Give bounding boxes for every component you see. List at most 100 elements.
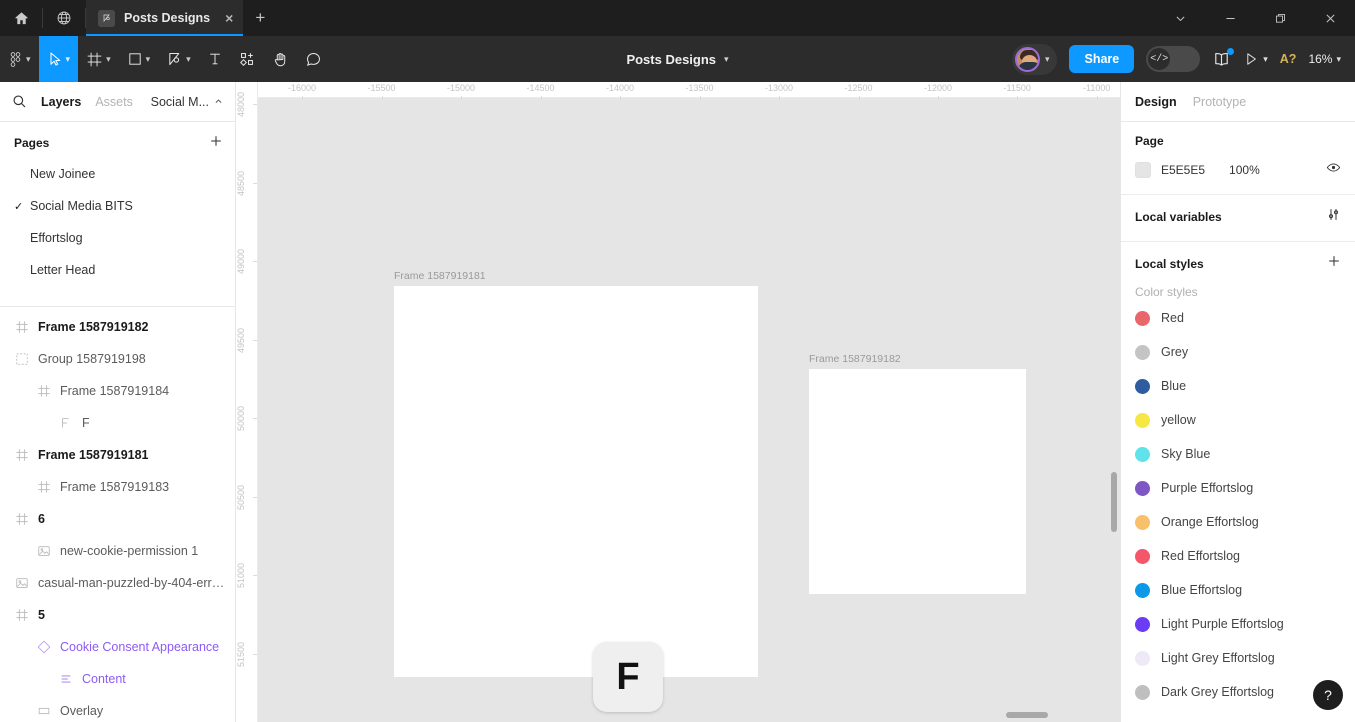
chevron-down-icon[interactable]: ▾ <box>724 54 729 65</box>
color-swatch[interactable] <box>1135 548 1150 564</box>
color-swatch[interactable] <box>1135 582 1150 598</box>
color-swatch[interactable] <box>1135 378 1150 394</box>
user-avatar-chip[interactable]: ▾ <box>1011 43 1058 75</box>
color-style-row[interactable]: yellow <box>1121 403 1355 437</box>
frame-label-1587919181[interactable]: Frame 1587919181 <box>394 270 486 282</box>
tab-assets[interactable]: Assets <box>95 95 133 109</box>
zoom-control[interactable]: 16% ▾ <box>1308 52 1341 66</box>
layer-name: F <box>82 416 90 430</box>
dev-mode-toggle[interactable]: </> <box>1146 46 1201 72</box>
color-style-row[interactable]: Red <box>1121 301 1355 335</box>
page-item-social-media-bits[interactable]: ✓ Social Media BITS <box>0 190 235 222</box>
color-swatch[interactable] <box>1135 650 1150 666</box>
share-button[interactable]: Share <box>1069 45 1135 73</box>
color-swatch[interactable] <box>1135 412 1150 428</box>
window-minimize-icon[interactable] <box>1205 0 1255 36</box>
text-tool[interactable] <box>199 36 231 82</box>
pen-tool[interactable]: ▾ <box>158 36 199 82</box>
frame-1587919182[interactable] <box>809 369 1026 594</box>
library-button[interactable] <box>1212 47 1235 69</box>
chevron-down-icon[interactable]: ▾ <box>1336 54 1341 65</box>
page-color-opacity[interactable]: 100% <box>1229 163 1260 177</box>
logo-card-f[interactable]: F <box>593 642 663 712</box>
canvas-viewport[interactable]: -16000 -15500 -15000 -14500 -14000 -13500 -130… <box>236 82 1120 722</box>
pages-header: Pages <box>0 122 235 158</box>
page-selector[interactable]: Social M... <box>151 95 223 109</box>
layer-row[interactable]: Frame 1587919183 <box>0 471 235 503</box>
page-item-effortslog[interactable]: Effortslog <box>0 222 235 254</box>
hand-tool[interactable] <box>264 36 297 82</box>
page-fill-row[interactable]: E5E5E5 100% <box>1135 160 1341 180</box>
color-swatch[interactable] <box>1135 480 1150 496</box>
resources-tool[interactable] <box>231 36 264 82</box>
tab-layers[interactable]: Layers <box>41 95 81 109</box>
new-tab-button[interactable]: + <box>243 0 277 36</box>
globe-icon[interactable] <box>43 0 85 36</box>
window-close-icon[interactable] <box>1305 0 1355 36</box>
layer-row[interactable]: 6 <box>0 503 235 535</box>
color-style-name: Dark Grey Effortslog <box>1161 685 1275 699</box>
layer-row[interactable]: Frame 1587919184 <box>0 375 235 407</box>
color-swatch[interactable] <box>1135 310 1150 326</box>
layer-row[interactable]: Group 1587919198 <box>0 343 235 375</box>
sliders-icon[interactable] <box>1326 207 1341 227</box>
layer-row[interactable]: new-cookie-permission 1 <box>0 535 235 567</box>
window-maximize-icon[interactable] <box>1255 0 1305 36</box>
layer-row[interactable]: Frame 1587919181 <box>0 439 235 471</box>
eye-icon[interactable] <box>1326 160 1341 180</box>
layer-row[interactable]: Cookie Consent Appearance <box>0 631 235 663</box>
color-swatch[interactable] <box>1135 514 1150 530</box>
layer-row[interactable]: F <box>0 407 235 439</box>
layer-row[interactable]: Content <box>0 663 235 695</box>
color-style-row[interactable]: Light Grey Effortslog <box>1121 641 1355 675</box>
canvas-vertical-scrollbar[interactable] <box>1111 472 1117 532</box>
frame-tool[interactable]: ▾ <box>78 36 119 82</box>
shape-tool[interactable]: ▾ <box>119 36 159 82</box>
color-swatch[interactable] <box>1135 344 1150 360</box>
present-button[interactable]: ▾ <box>1243 51 1268 67</box>
layer-row[interactable]: casual-man-puzzled-by-404-error... <box>0 567 235 599</box>
color-style-row[interactable]: Sky Blue <box>1121 437 1355 471</box>
color-style-row[interactable]: Orange Effortslog <box>1121 505 1355 539</box>
search-icon[interactable] <box>12 94 27 109</box>
color-swatch[interactable] <box>1135 616 1150 632</box>
close-icon[interactable]: × <box>219 10 233 26</box>
help-button[interactable]: ? <box>1313 680 1343 710</box>
frame-1587919181[interactable] <box>394 286 758 677</box>
canvas-surface[interactable]: Frame 1587919181 Frame 1587919182 F <box>258 98 1120 722</box>
page-item-new-joinee[interactable]: New Joinee <box>0 158 235 190</box>
tab-prototype[interactable]: Prototype <box>1193 95 1247 109</box>
ruler-tick-mark <box>381 96 383 100</box>
color-style-row[interactable]: Purple Effortslog <box>1121 471 1355 505</box>
page-color-hex[interactable]: E5E5E5 <box>1161 163 1205 177</box>
color-swatch[interactable] <box>1135 684 1150 700</box>
comment-tool[interactable] <box>297 36 330 82</box>
accessibility-button[interactable]: A? <box>1280 52 1297 66</box>
chevron-down-icon[interactable] <box>1155 0 1205 36</box>
color-style-row[interactable]: Red Effortslog <box>1121 539 1355 573</box>
browser-tab-posts-designs[interactable]: Posts Designs × <box>86 0 244 36</box>
color-style-row[interactable]: Blue <box>1121 369 1355 403</box>
page-item-letter-head[interactable]: Letter Head <box>0 254 235 286</box>
plus-icon[interactable] <box>209 134 223 152</box>
color-swatch[interactable] <box>1135 446 1150 462</box>
color-style-row[interactable]: Grey <box>1121 335 1355 369</box>
move-tool[interactable]: ▾ <box>38 36 79 82</box>
canvas-horizontal-scrollbar[interactable] <box>1006 712 1048 718</box>
chevron-down-icon[interactable]: ▾ <box>1263 54 1268 65</box>
layer-row[interactable]: Frame 1587919182 <box>0 311 235 343</box>
plus-icon[interactable] <box>1327 254 1341 273</box>
frame-label-1587919182[interactable]: Frame 1587919182 <box>809 353 901 365</box>
chevron-down-icon[interactable]: ▾ <box>1045 54 1050 65</box>
figma-favicon-icon <box>98 9 115 27</box>
figma-menu-button[interactable]: ▾ <box>0 36 39 82</box>
layer-row[interactable]: Overlay <box>0 695 235 722</box>
layer-row[interactable]: 5 <box>0 599 235 631</box>
color-style-row[interactable]: Light Purple Effortslog <box>1121 607 1355 641</box>
document-title[interactable]: Posts Designs <box>626 52 716 67</box>
pages-list: New Joinee ✓ Social Media BITS Effortslog Le… <box>0 158 235 286</box>
tab-design[interactable]: Design <box>1135 95 1177 109</box>
home-icon[interactable] <box>0 0 42 36</box>
page-color-swatch[interactable] <box>1135 162 1151 178</box>
color-style-row[interactable]: Blue Effortslog <box>1121 573 1355 607</box>
